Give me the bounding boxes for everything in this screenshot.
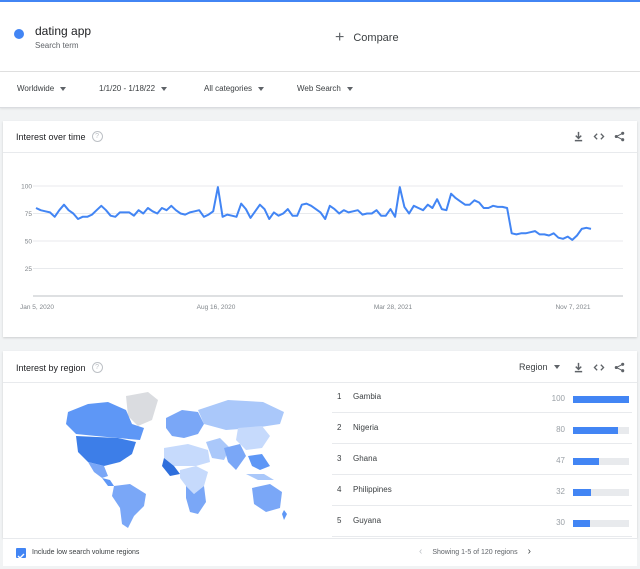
y-tick-label: 100 xyxy=(21,184,32,191)
search-type-label: Web Search xyxy=(297,84,341,93)
region-value-bar-track xyxy=(573,458,629,465)
download-icon[interactable] xyxy=(573,131,584,142)
caret-down-icon xyxy=(346,86,353,91)
interest-over-time-card: Interest over time ? 100 75 50 25 Jan 5, 202… xyxy=(3,121,637,337)
map-region-south-america xyxy=(112,484,146,528)
region-rank: 4 xyxy=(337,485,342,494)
chevron-right-icon[interactable]: › xyxy=(528,547,531,557)
search-term-subtitle: Search term xyxy=(35,41,79,50)
map-region-central-america xyxy=(102,478,114,486)
help-icon[interactable]: ? xyxy=(91,362,103,373)
map-region-australia xyxy=(252,484,282,512)
region-filter[interactable]: Worldwide xyxy=(17,84,67,93)
compare-label: Compare xyxy=(353,32,399,44)
date-range-filter[interactable]: 1/1/20 - 1/18/22 xyxy=(99,84,168,93)
region-value: 32 xyxy=(556,487,565,496)
caret-down-icon xyxy=(60,86,67,91)
map-region-south-asia xyxy=(224,444,246,470)
region-value-bar-track xyxy=(573,396,629,403)
region-value-bar xyxy=(573,396,629,403)
embed-icon[interactable] xyxy=(593,362,605,373)
x-tick-label: Nov 7, 2021 xyxy=(555,304,590,311)
low-volume-checkbox[interactable] xyxy=(16,548,26,559)
region-filter-label: Worldwide xyxy=(17,84,55,93)
map-region-southeast-asia xyxy=(248,454,270,470)
caret-down-icon xyxy=(258,86,265,91)
pagination-text: Showing 1-5 of 120 regions xyxy=(432,548,518,556)
series-color-dot xyxy=(14,29,24,39)
search-type-filter[interactable]: Web Search xyxy=(297,84,353,93)
download-icon[interactable] xyxy=(573,362,584,373)
map-region-indonesia xyxy=(246,474,274,480)
region-rank: 5 xyxy=(337,516,342,525)
interest-by-region-card: Interest by region ? Region 1 Gambia 100 2 N… xyxy=(3,351,637,538)
category-label: All categories xyxy=(204,84,253,93)
region-select-label: Region xyxy=(519,362,548,372)
region-footer: Include low search volume regions ‹ Show… xyxy=(3,538,637,566)
region-value-bar-track xyxy=(573,427,629,434)
region-value-bar xyxy=(573,458,600,465)
search-term-bar: dating app Search term + Compare xyxy=(0,0,640,72)
region-name[interactable]: Nigeria xyxy=(353,423,378,432)
embed-icon[interactable] xyxy=(593,131,605,142)
x-tick-label: Jan 5, 2020 xyxy=(20,304,54,311)
region-value-bar xyxy=(573,520,590,527)
map-region-north-africa xyxy=(164,444,210,466)
help-icon[interactable]: ? xyxy=(91,131,103,142)
map-region-russia xyxy=(198,400,284,430)
map-region-europe xyxy=(166,410,204,438)
date-range-label: 1/1/20 - 1/18/22 xyxy=(99,84,156,93)
x-tick-label: Mar 28, 2021 xyxy=(374,304,413,311)
filters-bar: Worldwide 1/1/20 - 1/18/22 All categorie… xyxy=(0,72,640,108)
interest-over-time-header: Interest over time ? xyxy=(16,131,103,142)
map-region-usa xyxy=(76,436,136,466)
low-volume-checkbox-label[interactable]: Include low search volume regions xyxy=(32,549,139,556)
region-row[interactable]: 2 Nigeria 80 xyxy=(332,413,632,444)
y-tick-label: 25 xyxy=(25,266,33,273)
region-name[interactable]: Gambia xyxy=(353,392,381,401)
region-pagination: ‹ Showing 1-5 of 120 regions › xyxy=(419,547,531,557)
region-row[interactable]: 1 Gambia 100 xyxy=(332,382,632,413)
compare-button[interactable]: + Compare xyxy=(335,29,399,46)
x-tick-label: Aug 16, 2020 xyxy=(197,304,236,311)
caret-down-icon xyxy=(553,365,560,369)
region-name[interactable]: Philippines xyxy=(353,485,392,494)
y-tick-label: 75 xyxy=(25,211,33,218)
region-value: 80 xyxy=(556,425,565,434)
chart-actions xyxy=(573,131,625,142)
map-region-greenland xyxy=(126,392,158,426)
region-rank: 1 xyxy=(337,392,342,401)
region-value: 47 xyxy=(556,456,565,465)
checkmark-icon xyxy=(17,553,25,559)
region-row[interactable]: 3 Ghana 47 xyxy=(332,444,632,475)
region-row[interactable]: 5 Guyana 30 xyxy=(332,506,632,537)
region-rank: 3 xyxy=(337,454,342,463)
y-tick-label: 50 xyxy=(25,239,33,246)
world-map[interactable] xyxy=(48,390,288,530)
interest-by-region-title: Interest by region xyxy=(16,362,86,373)
map-region-new-zealand xyxy=(282,510,287,520)
region-actions xyxy=(573,362,625,373)
interest-over-time-title: Interest over time xyxy=(16,131,86,142)
region-value-bar xyxy=(573,489,591,496)
caret-down-icon xyxy=(161,86,168,91)
search-term-name[interactable]: dating app xyxy=(35,24,91,38)
region-value-bar-track xyxy=(573,520,629,527)
region-name[interactable]: Ghana xyxy=(353,454,377,463)
region-rank: 2 xyxy=(337,423,342,432)
chevron-left-icon[interactable]: ‹ xyxy=(419,547,422,557)
share-icon[interactable] xyxy=(614,131,625,142)
share-icon[interactable] xyxy=(614,362,625,373)
region-value-bar xyxy=(573,427,618,434)
region-value: 100 xyxy=(551,394,565,403)
region-resolution-select[interactable]: Region xyxy=(519,362,560,372)
category-filter[interactable]: All categories xyxy=(204,84,265,93)
region-value-bar-track xyxy=(573,489,629,496)
region-value: 30 xyxy=(556,518,565,527)
region-row[interactable]: 4 Philippines 32 xyxy=(332,475,632,506)
plus-icon: + xyxy=(335,29,345,46)
interest-by-region-header: Interest by region ? xyxy=(16,362,103,373)
region-name[interactable]: Guyana xyxy=(353,516,381,525)
interest-over-time-chart[interactable]: 100 75 50 25 Jan 5, 2020 Aug 16, 2020 Mar 28, … xyxy=(3,152,637,337)
